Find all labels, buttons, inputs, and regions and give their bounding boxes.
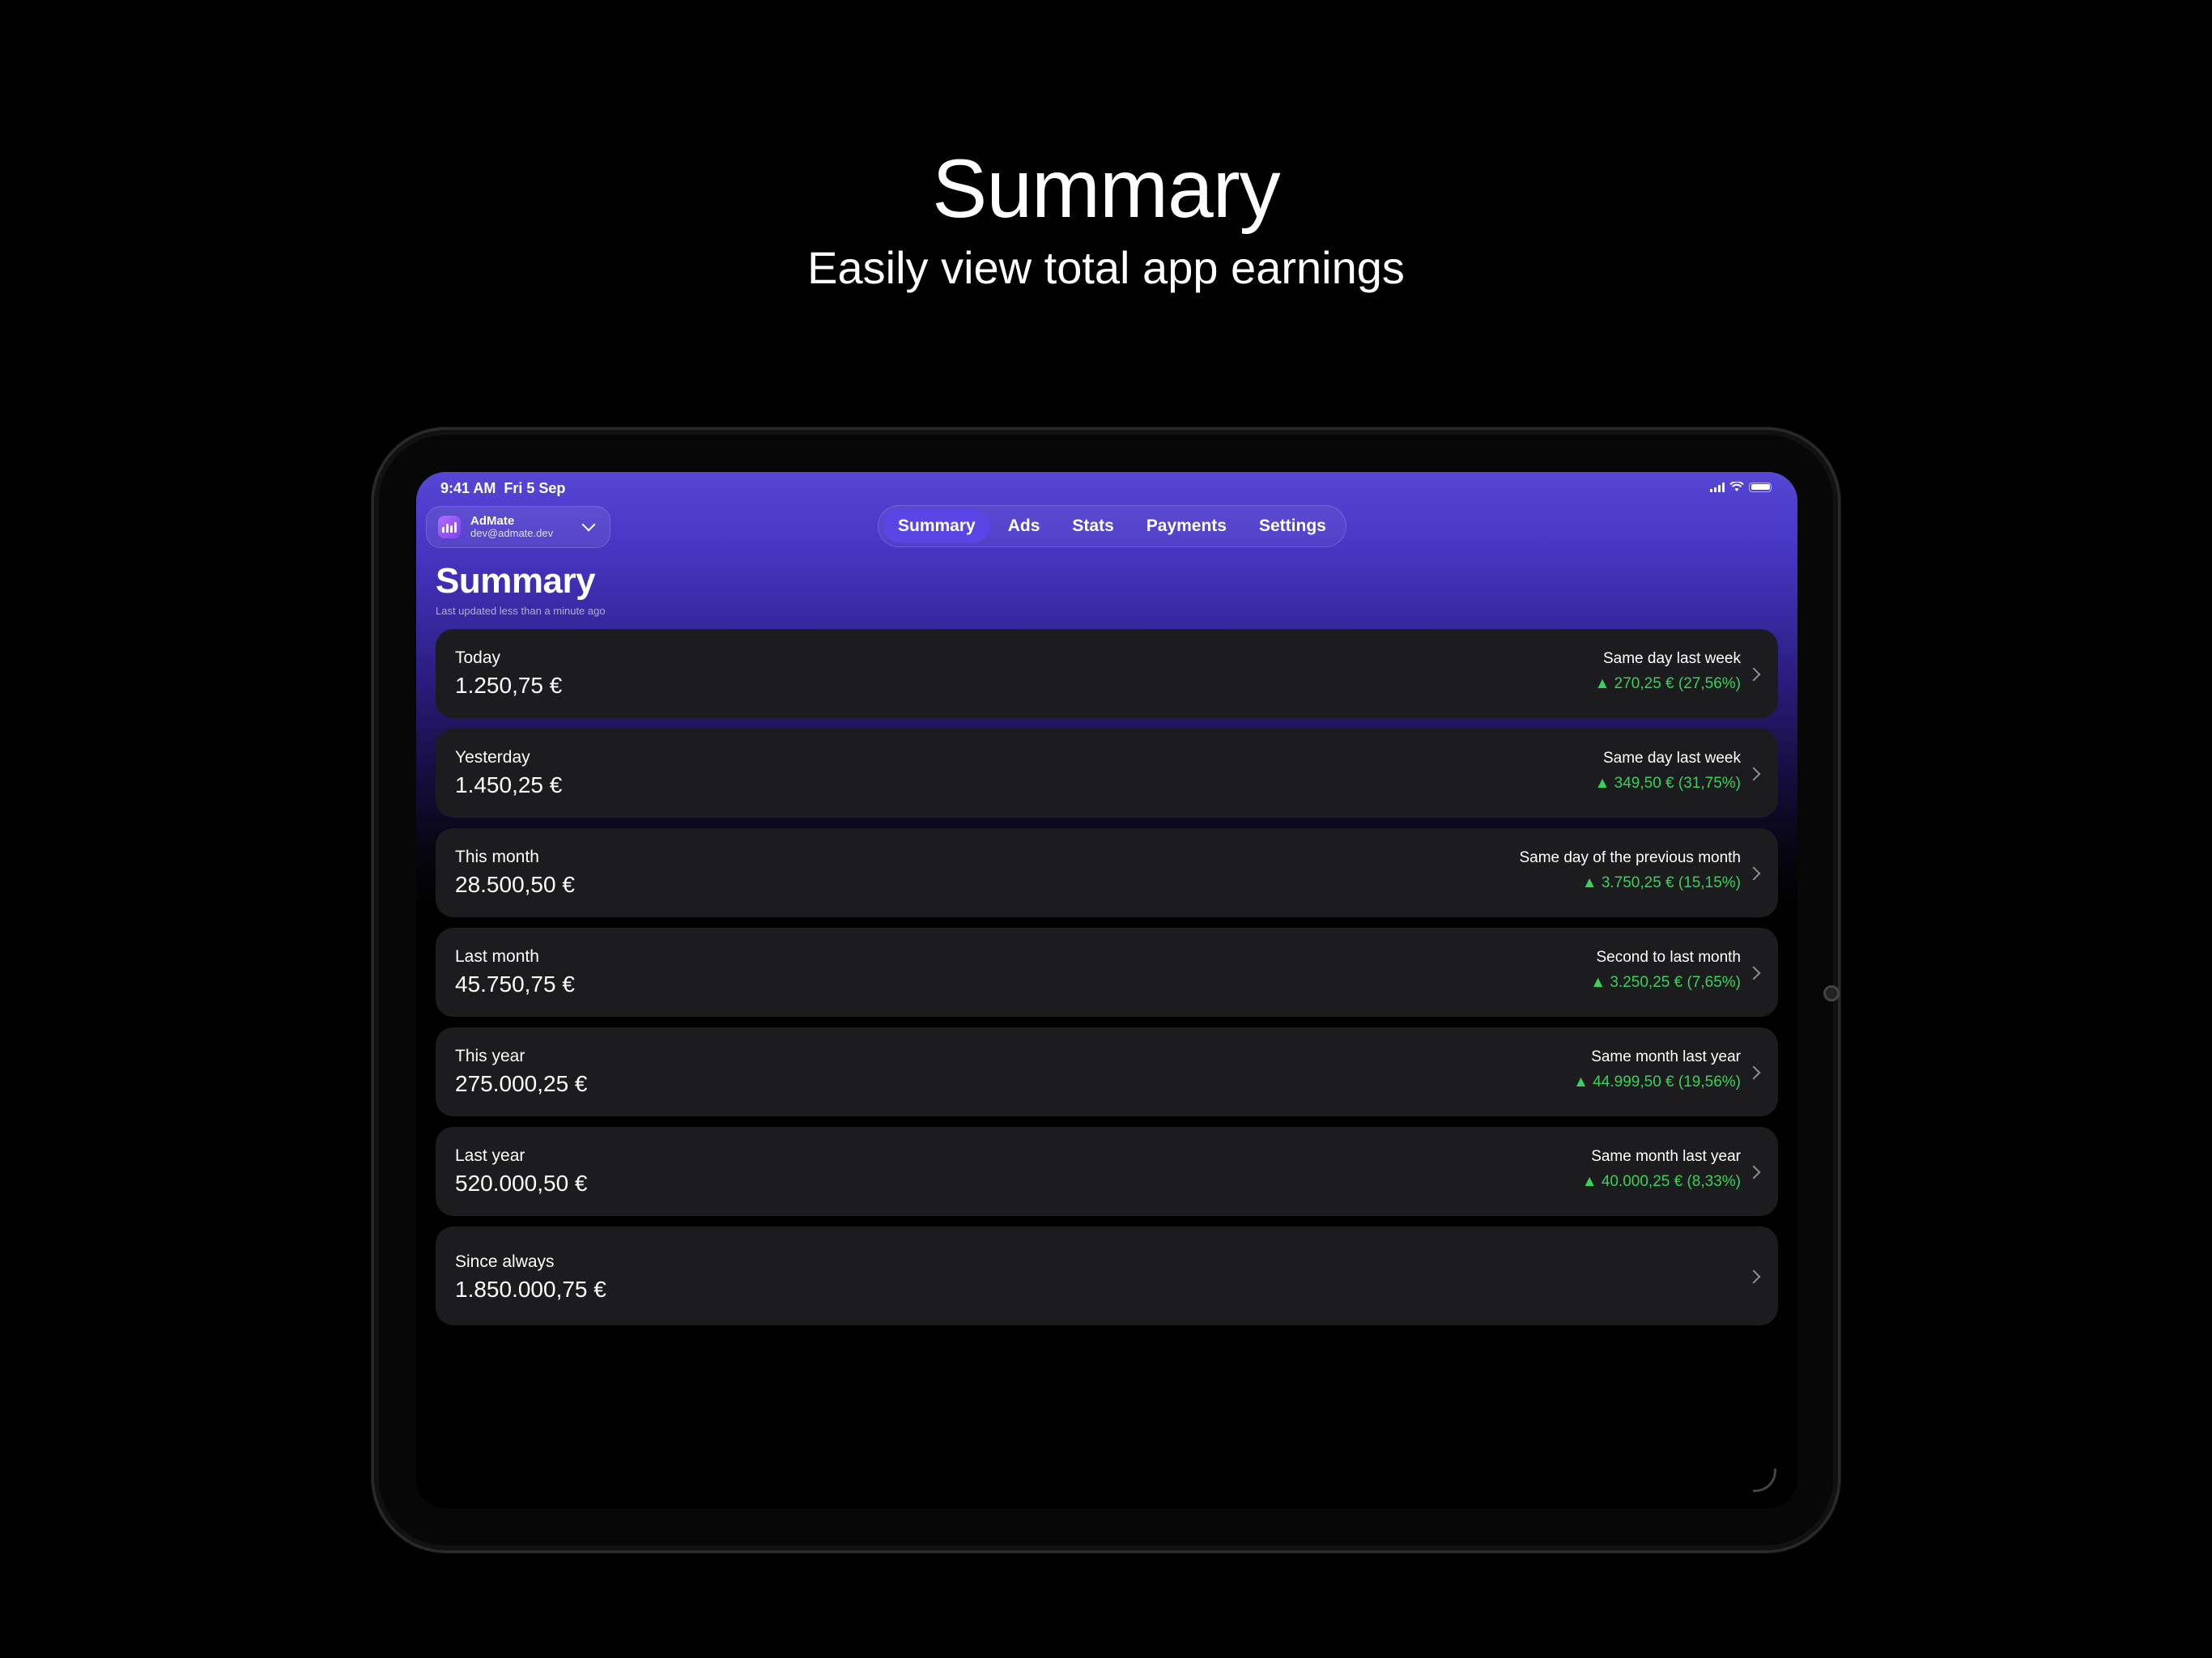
camera-icon — [1823, 985, 1840, 1001]
comparison-label: Same day last week — [1602, 650, 1741, 667]
card-value: 1.850.000,75 € — [455, 1277, 606, 1302]
card-value: 275.000,25 € — [455, 1071, 588, 1096]
summary-card-this-year[interactable]: This year 275.000,25 € Same month last y… — [436, 1027, 1778, 1116]
comparison-value: ▲ 44.999,50 € (19,56%) — [1573, 1073, 1741, 1090]
account-email: dev@admate.dev — [470, 527, 554, 540]
summary-card-since-always[interactable]: Since always 1.850.000,75 € — [436, 1226, 1778, 1325]
account-switcher[interactable]: AdMate dev@admate.dev — [426, 506, 610, 548]
hero-title: Summary — [932, 142, 1280, 235]
card-label: This month — [455, 848, 539, 866]
card-label: Yesterday — [455, 748, 530, 767]
card-value: 1.450,25 € — [455, 772, 563, 797]
wifi-icon — [1729, 482, 1744, 491]
chevron-right-icon — [1746, 667, 1761, 682]
comparison-label: Same month last year — [1591, 1048, 1741, 1065]
battery-icon — [1749, 482, 1772, 492]
summary-card-today[interactable]: Today 1.250,75 € Same day last week ▲ 27… — [436, 629, 1778, 718]
card-value: 520.000,50 € — [455, 1171, 588, 1196]
card-label: Last year — [455, 1146, 525, 1165]
card-label: Since always — [455, 1252, 555, 1271]
comparison-label: Second to last month — [1596, 949, 1742, 966]
summary-card-this-month[interactable]: This month 28.500,50 € Same day of the p… — [436, 828, 1778, 917]
chevron-right-icon — [1746, 767, 1761, 781]
comparison-value: ▲ 270,25 € (27,56%) — [1594, 675, 1741, 692]
status-time: 9:41 AM Fri 5 Sep — [440, 480, 565, 497]
chevron-right-icon — [1746, 1065, 1761, 1080]
summary-card-last-year[interactable]: Last year 520.000,50 € Same month last y… — [436, 1127, 1778, 1216]
chart-bars-icon — [438, 516, 461, 538]
account-app-name: AdMate — [470, 513, 515, 528]
chevron-right-icon — [1746, 966, 1761, 980]
summary-card-list: Today 1.250,75 € Same day last week ▲ 27… — [436, 629, 1778, 1336]
hero-subtitle: Easily view total app earnings — [807, 242, 1405, 293]
cellular-signal-icon — [1710, 482, 1725, 492]
screen-corner-indicator — [1753, 1469, 1776, 1492]
page-title: Summary — [436, 561, 596, 601]
chevron-right-icon — [1746, 1165, 1761, 1180]
comparison-value: ▲ 349,50 € (31,75%) — [1594, 775, 1741, 792]
tab-bar: Summary Ads Stats Payments Settings — [878, 505, 1346, 547]
status-icons — [1710, 482, 1772, 492]
status-date: Fri 5 Sep — [504, 480, 566, 496]
comparison-value: ▲ 3.750,25 € (15,15%) — [1581, 874, 1741, 891]
summary-card-last-month[interactable]: Last month 45.750,75 € Second to last mo… — [436, 928, 1778, 1017]
comparison-label: Same day last week — [1602, 750, 1741, 767]
comparison-label: Same month last year — [1591, 1148, 1741, 1165]
comparison-value: ▲ 3.250,25 € (7,65%) — [1590, 974, 1741, 991]
chevron-right-icon — [1746, 1269, 1761, 1284]
tab-ads[interactable]: Ads — [993, 510, 1055, 542]
tab-settings[interactable]: Settings — [1244, 510, 1341, 542]
card-value: 28.500,50 € — [455, 872, 575, 897]
chevron-right-icon — [1746, 866, 1761, 881]
last-updated-text: Last updated less than a minute ago — [436, 605, 606, 617]
card-value: 1.250,75 € — [455, 673, 563, 698]
app-screen: 9:41 AM Fri 5 Sep AdMate dev@admate.dev … — [416, 472, 1797, 1508]
chevron-down-icon — [581, 517, 596, 532]
card-value: 45.750,75 € — [455, 971, 575, 997]
tab-summary[interactable]: Summary — [883, 510, 990, 542]
status-clock: 9:41 AM — [440, 480, 496, 496]
summary-card-yesterday[interactable]: Yesterday 1.450,25 € Same day last week … — [436, 729, 1778, 818]
tab-payments[interactable]: Payments — [1132, 510, 1241, 542]
card-label: This year — [455, 1047, 525, 1065]
comparison-value: ▲ 40.000,25 € (8,33%) — [1581, 1173, 1741, 1190]
card-label: Last month — [455, 947, 539, 966]
tab-stats[interactable]: Stats — [1057, 510, 1128, 542]
card-label: Today — [455, 648, 501, 667]
comparison-label: Same day of the previous month — [1519, 849, 1741, 866]
